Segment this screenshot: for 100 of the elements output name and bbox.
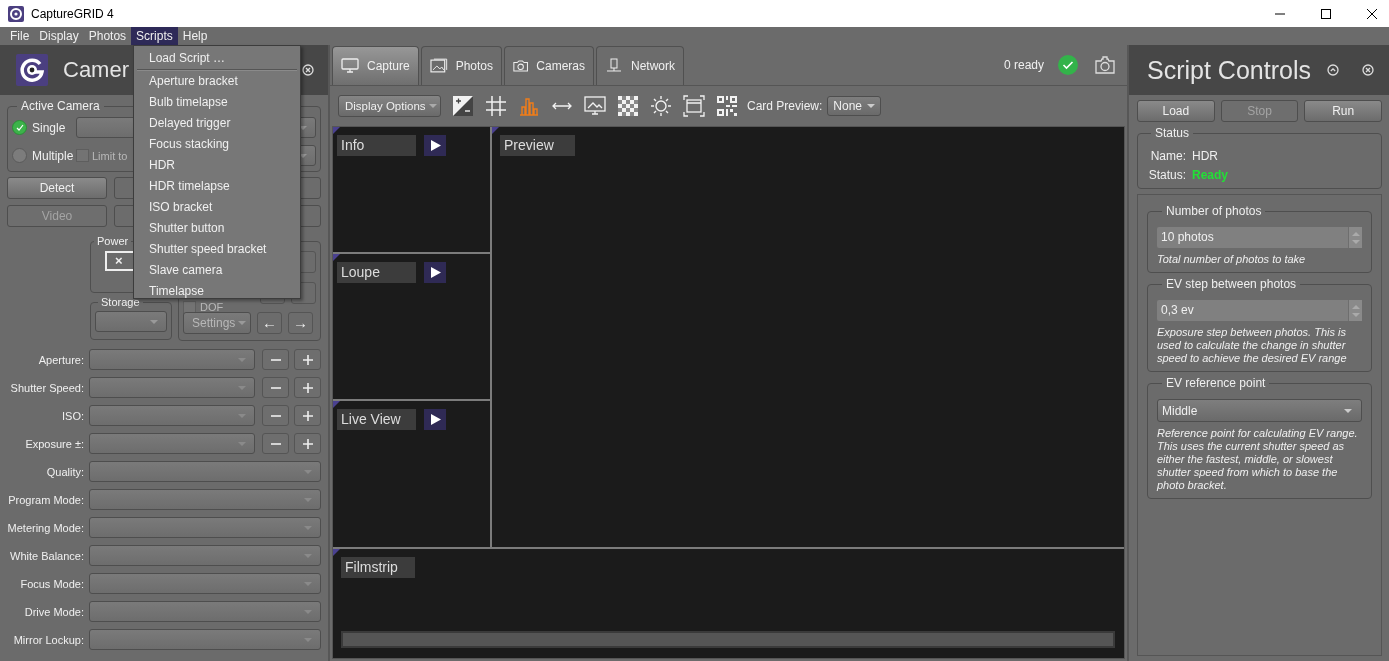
script-button[interactable]: Run [1304,100,1382,122]
field-label: Focus Mode: [19,577,84,590]
maximize-icon[interactable] [1321,8,1331,19]
camera-button[interactable]: Detect [7,177,107,199]
radio-label: Single [32,120,67,135]
arrow-button[interactable]: ← [257,312,282,334]
group-label: EV reference point [1165,376,1267,390]
menu-item[interactable]: ISO bracket [134,197,300,218]
group-label: Active Camera [20,99,101,113]
tab[interactable]: Capture [332,46,419,85]
play-icon [431,414,441,425]
collapse-icon[interactable] [1327,64,1339,76]
brightness-icon[interactable] [650,95,672,117]
qr-code-icon[interactable] [716,95,738,117]
panel-title: Script Controls [1147,55,1311,85]
menu-item[interactable]: HDR timelapse [134,176,300,197]
plus-button[interactable] [294,405,321,426]
field-label: White Balance: [9,549,84,562]
field-label: Exposure ±: [24,437,84,450]
arrow-button[interactable]: → [288,312,313,334]
field-label: Drive Mode: [23,605,84,618]
radio-label: Multiple [32,148,75,163]
play-icon [431,267,441,278]
plus-icon [301,353,314,366]
minus-icon [269,358,282,361]
menu-item[interactable]: Load Script … [134,48,300,68]
plus-button[interactable] [294,349,321,370]
menu-item[interactable]: Shutter button [134,218,300,239]
frame-icon[interactable] [683,95,705,117]
play-button[interactable] [424,262,446,283]
caret-icon [304,525,312,530]
checkerboard-icon[interactable] [617,95,639,117]
field-label: Program Mode: [7,493,84,506]
minus-icon [269,442,282,445]
grid-icon[interactable] [485,95,507,117]
menu-item[interactable]: Help [177,27,213,45]
plus-icon [301,409,314,422]
play-button[interactable] [424,135,446,156]
plus-icon [301,381,314,394]
caret-icon [304,497,312,502]
window-title: CaptureGRID 4 [31,6,114,21]
tab[interactable]: Network [596,46,684,85]
menu-item[interactable]: Scripts [131,27,178,45]
menu-item[interactable]: Delayed trigger [134,113,300,134]
display-options-dropdown[interactable]: Display Options [338,95,441,117]
menu-item[interactable]: File [5,27,35,45]
panel-title: Camer [63,57,129,83]
menu-item[interactable]: Bulb timelapse [134,92,300,113]
caret-icon [299,125,307,130]
field-label: Shutter Speed: [9,381,84,394]
panel-label: Info [337,135,416,156]
exposure-icon[interactable] [452,95,474,117]
plus-button[interactable] [294,433,321,454]
radio-button[interactable] [12,148,27,163]
monitor-icon[interactable] [584,95,606,117]
menu-item[interactable]: Focus stacking [134,134,300,155]
menu-item[interactable]: Display [34,27,84,45]
check-icon [15,123,24,132]
radio-button[interactable] [12,120,27,135]
caret-icon [150,319,158,324]
check-icon [1058,55,1078,75]
caret-icon [299,153,307,158]
menu-item[interactable]: Photos [83,27,132,45]
camera-icon[interactable] [1095,56,1115,74]
menu-item[interactable]: Aperture bracket [134,71,300,92]
tab[interactable]: Photos [421,46,502,85]
status-label: Name: [1149,148,1186,163]
help-text: Total number of photos to take [1157,253,1307,266]
card-preview-dropdown[interactable]: None [827,96,882,116]
monitor-icon [341,58,359,74]
minus-button[interactable] [262,433,289,454]
tab[interactable]: Cameras [504,46,594,85]
group-label: Status [1154,126,1191,140]
app-logo-icon [16,54,48,86]
minus-button[interactable] [262,377,289,398]
play-button[interactable] [424,409,446,430]
spin-field[interactable]: 0,3 ev [1157,300,1362,321]
minus-button[interactable] [262,349,289,370]
caret-icon [304,469,312,474]
minus-icon [269,414,282,417]
caret-icon [238,321,246,325]
menu-item[interactable]: HDR [134,155,300,176]
scrollbar[interactable] [341,631,1115,648]
plus-button[interactable] [294,377,321,398]
help-text: Exposure step between photos. This is used to calculate the change in shutter speed to achieve the desired EV range [1157,326,1348,365]
caret-icon [238,413,246,418]
group-label: Storage [100,296,141,308]
minus-button[interactable] [262,405,289,426]
panel-label: Filmstrip [341,557,415,578]
group-label: Number of photos [1165,204,1263,218]
script-button[interactable]: Load [1137,100,1215,122]
checkbox-label: Limit to [92,149,129,162]
app-logo-icon [8,5,24,22]
reference-dropdown[interactable]: Middle [1157,399,1362,422]
network-icon [605,58,623,74]
caret-icon [867,104,876,108]
close-icon[interactable] [1367,8,1377,19]
caret-icon [238,357,246,362]
spin-field[interactable]: 10 photos [1157,227,1362,248]
caret-icon [429,104,437,108]
